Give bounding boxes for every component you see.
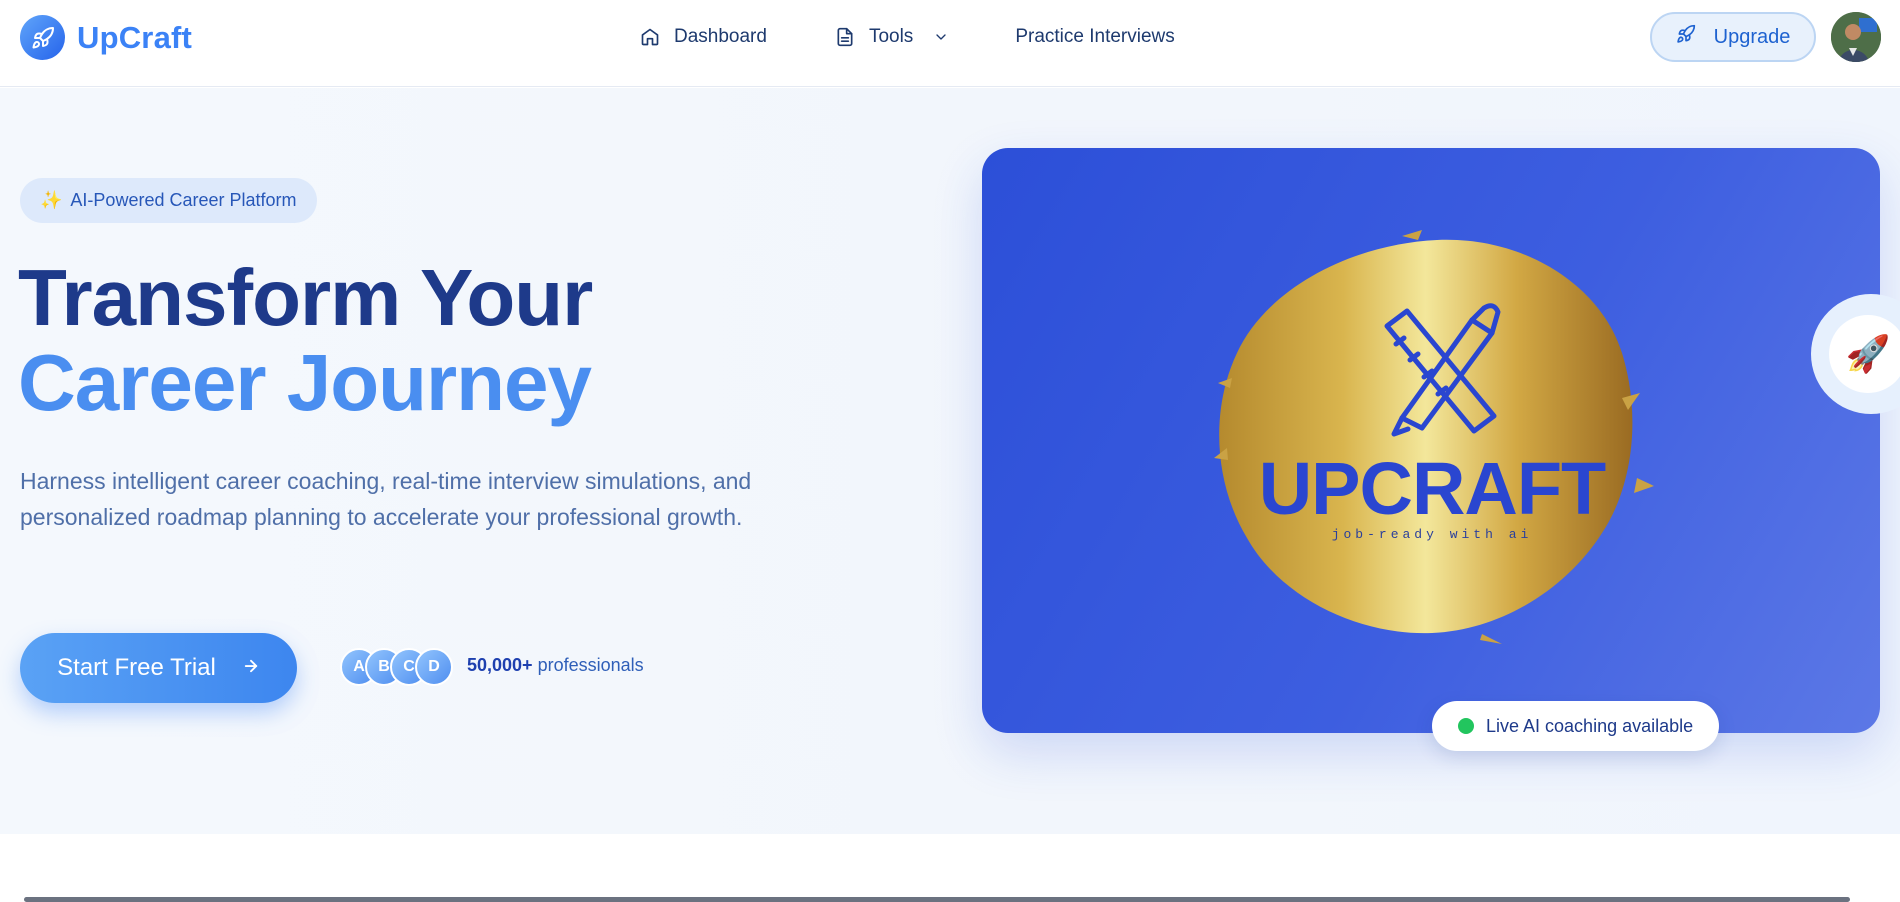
upcraft-logo-image: UPCRAFT job-ready with ai <box>1214 230 1654 644</box>
arrow-right-icon <box>242 654 260 682</box>
hero-title-line1: Transform Your <box>18 253 593 342</box>
ai-platform-badge: ✨ AI-Powered Career Platform <box>20 178 317 223</box>
upgrade-button[interactable]: Upgrade <box>1650 12 1816 62</box>
bottom-divider <box>24 897 1850 902</box>
logo-tagline: job-ready with ai <box>1332 527 1533 542</box>
avatar-initial: D <box>415 648 453 686</box>
social-proof-count: 50,000+ <box>467 655 533 675</box>
start-free-trial-button[interactable]: Start Free Trial <box>20 633 297 703</box>
upgrade-label: Upgrade <box>1713 25 1791 48</box>
nav-practice-label: Practice Interviews <box>1015 26 1175 47</box>
sparkles-icon: ✨ <box>40 190 63 210</box>
user-avatar-stack: A B C D <box>340 648 453 686</box>
rocket-emoji-icon: 🚀 <box>1829 315 1900 393</box>
user-avatar[interactable] <box>1831 12 1881 62</box>
logo-wordmark: UPCRAFT <box>1259 447 1606 530</box>
social-proof-text: professionals <box>537 655 644 675</box>
live-coaching-badge: Live AI coaching available <box>1432 701 1720 751</box>
nav-tools-dropdown[interactable]: Tools <box>835 22 949 52</box>
nav-dashboard-label: Dashboard <box>674 26 767 47</box>
hero-title-line2: Career Journey <box>18 338 592 427</box>
hero-image-card: UPCRAFT job-ready with ai <box>982 148 1880 733</box>
social-proof: 50,000+ professionals <box>467 655 644 676</box>
chevron-down-icon <box>933 29 949 45</box>
brand-link[interactable]: UpCraft <box>20 15 192 60</box>
live-coaching-label: Live AI coaching available <box>1486 715 1694 736</box>
document-icon <box>835 27 855 47</box>
rocket-logo-icon <box>20 15 65 60</box>
nav-dashboard[interactable]: Dashboard <box>640 22 767 52</box>
top-navbar: UpCraft Dashboard Tools Practice Intervi… <box>0 0 1900 87</box>
main-nav: Dashboard Tools Practice Interviews <box>640 22 1175 52</box>
brand-name: UpCraft <box>77 19 193 55</box>
rocket-icon <box>1676 24 1696 50</box>
hero-section: ✨ AI-Powered Career Platform Transform Y… <box>0 88 1900 834</box>
home-icon <box>640 27 660 47</box>
live-status-dot <box>1458 718 1474 734</box>
ai-platform-badge-label: AI-Powered Career Platform <box>70 190 297 210</box>
hero-description: Harness intelligent career coaching, rea… <box>20 468 752 530</box>
start-free-trial-label: Start Free Trial <box>57 654 216 681</box>
nav-practice-interviews[interactable]: Practice Interviews <box>1015 22 1174 52</box>
nav-tools-label: Tools <box>868 26 914 47</box>
